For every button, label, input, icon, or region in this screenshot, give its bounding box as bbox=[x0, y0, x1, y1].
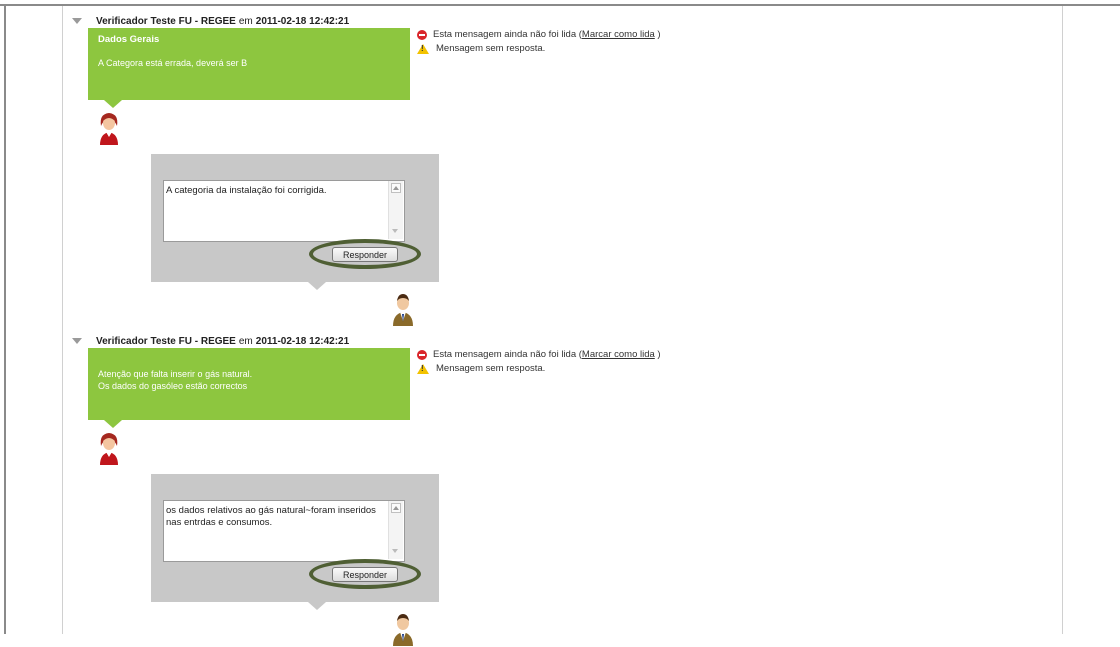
scroll-down-arrow-icon[interactable] bbox=[391, 547, 401, 557]
reply-textarea[interactable]: os dados relativos ao gás natural~foram … bbox=[163, 500, 405, 562]
message-bubble: Dados Gerais A Categora está errada, dev… bbox=[88, 28, 410, 100]
no-reply-status-row: Mensagem sem resposta. bbox=[417, 362, 661, 376]
collapse-arrow-icon[interactable] bbox=[72, 18, 82, 24]
message-thread: Verificador Teste FU - REGEE em 2011-02-… bbox=[72, 334, 1052, 646]
reply-textarea[interactable]: A categoria da instalação foi corrigida. bbox=[163, 180, 405, 242]
collapse-arrow-icon[interactable] bbox=[72, 338, 82, 344]
bubble-tail bbox=[104, 420, 122, 428]
bubble-tail bbox=[104, 100, 122, 108]
man-avatar-icon bbox=[393, 614, 413, 646]
message-body: A Categora está errada, deverá ser B bbox=[98, 58, 248, 68]
message-datetime: 2011-02-18 12:42:21 bbox=[255, 335, 350, 347]
message-status: Esta mensagem ainda não foi lida ( Marca… bbox=[417, 348, 661, 376]
message-header: Verificador Teste FU - REGEE em 2011-02-… bbox=[72, 334, 349, 348]
message-header: Verificador Teste FU - REGEE em 2011-02-… bbox=[72, 14, 349, 28]
unread-stop-icon bbox=[417, 350, 427, 360]
content-right-divider bbox=[1062, 6, 1063, 634]
reply-panel: os dados relativos ao gás natural~foram … bbox=[151, 474, 439, 602]
woman-avatar-icon bbox=[100, 433, 118, 465]
header-separator: em bbox=[238, 335, 253, 347]
frame-left-border bbox=[4, 4, 6, 634]
no-reply-status-text: Mensagem sem resposta. bbox=[436, 43, 546, 54]
sender-name: Verificador Teste FU - REGEE bbox=[96, 15, 236, 27]
scroll-up-arrow-icon[interactable] bbox=[391, 183, 401, 193]
unread-status-row: Esta mensagem ainda não foi lida ( Marca… bbox=[417, 348, 661, 362]
unread-status-row: Esta mensagem ainda não foi lida ( Marca… bbox=[417, 28, 661, 42]
message-thread: Verificador Teste FU - REGEE em 2011-02-… bbox=[72, 14, 1052, 326]
reply-button[interactable]: Responder bbox=[332, 247, 398, 262]
sender-name: Verificador Teste FU - REGEE bbox=[96, 335, 236, 347]
woman-avatar-icon bbox=[100, 113, 118, 145]
reply-scrollbar[interactable] bbox=[388, 181, 403, 239]
header-separator: em bbox=[238, 15, 253, 27]
warning-icon bbox=[417, 364, 429, 374]
scroll-down-arrow-icon[interactable] bbox=[391, 227, 401, 237]
warning-icon bbox=[417, 44, 429, 54]
unread-status-text: Esta mensagem ainda não foi lida ( bbox=[433, 29, 582, 40]
no-reply-status-text: Mensagem sem resposta. bbox=[436, 363, 546, 374]
reply-panel: A categoria da instalação foi corrigida.… bbox=[151, 154, 439, 282]
reply-button[interactable]: Responder bbox=[332, 567, 398, 582]
frame-top-border bbox=[0, 4, 1120, 6]
unread-status-close: ) bbox=[654, 29, 661, 40]
reply-tail bbox=[308, 602, 326, 610]
no-reply-status-row: Mensagem sem resposta. bbox=[417, 42, 661, 56]
mark-as-read-link[interactable]: Marcar como lida bbox=[582, 348, 655, 362]
unread-status-text: Esta mensagem ainda não foi lida ( bbox=[433, 349, 582, 360]
content-left-divider bbox=[62, 6, 63, 634]
scroll-up-arrow-icon[interactable] bbox=[391, 503, 401, 513]
unread-stop-icon bbox=[417, 30, 427, 40]
message-bubble: Atenção que falta inserir o gás natural.… bbox=[88, 348, 410, 420]
message-subject: Dados Gerais bbox=[98, 34, 160, 45]
message-status: Esta mensagem ainda não foi lida ( Marca… bbox=[417, 28, 661, 56]
unread-status-close: ) bbox=[654, 349, 661, 360]
mark-as-read-link[interactable]: Marcar como lida bbox=[582, 28, 655, 42]
message-datetime: 2011-02-18 12:42:21 bbox=[255, 15, 350, 27]
reply-scrollbar[interactable] bbox=[388, 501, 403, 559]
message-body: Atenção que falta inserir o gás natural.… bbox=[98, 369, 253, 391]
man-avatar-icon bbox=[393, 294, 413, 326]
reply-tail bbox=[308, 282, 326, 290]
